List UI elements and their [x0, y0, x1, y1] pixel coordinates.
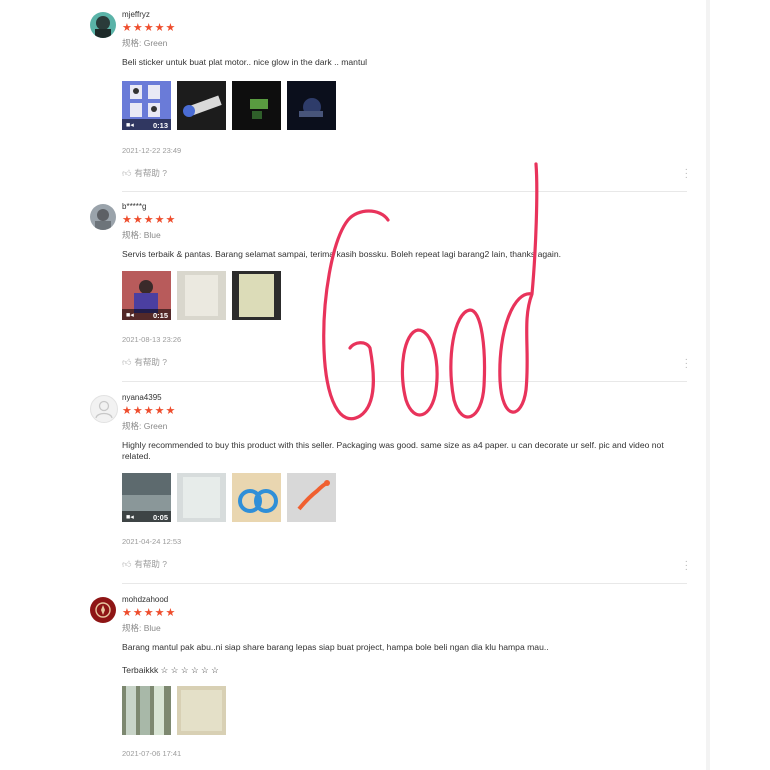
review-image[interactable] — [287, 81, 336, 130]
media-gallery: ■◂ 0:13 — [122, 81, 336, 130]
review-comment: Beli sticker untuk buat plat motor.. nic… — [122, 57, 368, 67]
media-gallery: ■◂ 0:05 — [122, 473, 336, 522]
avatar[interactable] — [90, 395, 118, 423]
media-gallery — [122, 686, 226, 735]
avatar[interactable] — [90, 204, 116, 230]
video-camera-icon: ■◂ — [126, 514, 134, 521]
more-vertical-icon[interactable]: · · · — [685, 355, 688, 373]
reviewer-name: mjeffryz — [122, 10, 150, 19]
divider — [122, 381, 687, 382]
review-comment-line: Terbaikkk ☆ ☆ ☆ ☆ ☆ ☆ — [122, 665, 219, 675]
avatar[interactable] — [90, 12, 116, 38]
thumbs-up-icon: 👍︎ — [122, 357, 132, 367]
video-camera-icon: ■◂ — [126, 122, 134, 129]
review-image[interactable] — [177, 686, 226, 735]
helpful-button[interactable]: 👍︎ 有帮助 ? — [122, 167, 167, 179]
star-rating: ★★★★★ — [122, 405, 177, 417]
video-duration-bar: ■◂ 0:05 — [122, 511, 171, 522]
star-rating: ★★★★★ — [122, 22, 177, 34]
divider — [122, 191, 687, 192]
helpful-button[interactable]: 👍︎ 有帮助 ? — [122, 356, 167, 368]
review-image[interactable] — [177, 81, 226, 130]
review-video-thumbnail[interactable]: ■◂ 0:13 — [122, 81, 171, 130]
more-vertical-icon[interactable]: · · · — [685, 557, 688, 575]
review-date: 2021-04-24 12:53 — [122, 537, 182, 546]
video-duration: 0:05 — [152, 512, 168, 522]
media-gallery: ■◂ 0:15 — [122, 271, 281, 320]
variation-label: 规格: Green — [122, 421, 168, 431]
review-comment: Barang mantul pak abu..ni siap share bar… — [122, 642, 549, 652]
review-image[interactable] — [232, 473, 281, 522]
review-image[interactable] — [287, 473, 336, 522]
review-image[interactable] — [122, 686, 171, 735]
helpful-label: 有帮助 ? — [134, 357, 167, 367]
review-comment: Servis terbaik & pantas. Barang selamat … — [122, 249, 562, 259]
review-image[interactable] — [232, 271, 281, 320]
review-list: mjeffryz ★★★★★ 规格: Green Beli sticker un… — [88, 0, 708, 770]
thumbs-up-icon: 👍︎ — [122, 168, 132, 178]
more-vertical-icon[interactable]: · · · — [685, 165, 688, 183]
variation-label: 规格: Green — [122, 38, 168, 48]
divider — [122, 583, 687, 584]
avatar[interactable] — [90, 597, 116, 623]
video-camera-icon: ■◂ — [126, 312, 134, 319]
reviewer-name: mohdzahood — [122, 595, 169, 604]
thumbs-up-icon: 👍︎ — [122, 559, 132, 569]
reviewer-name: b*****g — [122, 202, 147, 211]
helpful-label: 有帮助 ? — [134, 559, 167, 569]
review-comment: Highly recommended to buy this product w… — [122, 440, 664, 461]
star-rating: ★★★★★ — [122, 607, 177, 619]
review-date: 2021-07-06 17:41 — [122, 749, 182, 758]
helpful-label: 有帮助 ? — [134, 168, 167, 178]
scroll-edge — [706, 0, 710, 770]
variation-label: 规格: Blue — [122, 230, 161, 240]
video-duration-bar: ■◂ 0:13 — [122, 119, 171, 130]
video-duration-bar: ■◂ 0:15 — [122, 309, 171, 320]
video-duration: 0:15 — [152, 310, 168, 320]
reviewer-name: nyana4395 — [122, 393, 162, 402]
review-date: 2021-08-13 23:26 — [122, 335, 182, 344]
review-image[interactable] — [177, 271, 226, 320]
variation-label: 规格: Blue — [122, 623, 161, 633]
helpful-button[interactable]: 👍︎ 有帮助 ? — [122, 558, 167, 570]
review-image[interactable] — [177, 473, 226, 522]
review-video-thumbnail[interactable]: ■◂ 0:05 — [122, 473, 171, 522]
star-rating: ★★★★★ — [122, 214, 177, 226]
video-duration: 0:13 — [152, 120, 168, 130]
review-video-thumbnail[interactable]: ■◂ 0:15 — [122, 271, 171, 320]
review-date: 2021-12-22 23:49 — [122, 146, 182, 155]
review-image[interactable] — [232, 81, 281, 130]
